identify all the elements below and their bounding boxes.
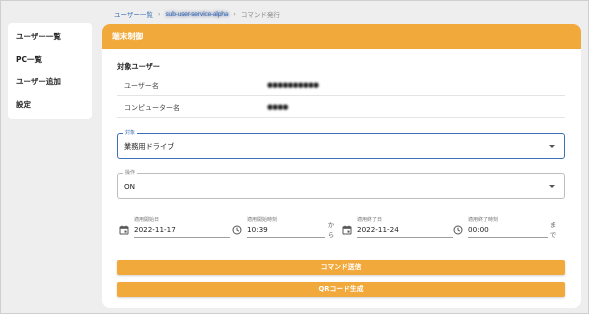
target-select-label: 対象 xyxy=(123,129,138,136)
computer-name-label: コンピューター名 xyxy=(124,104,180,112)
sidebar-item-pc-list[interactable]: PC一覧 xyxy=(8,49,92,72)
operation-select-label: 操作 xyxy=(123,169,138,176)
send-command-button[interactable]: コマンド送信 xyxy=(117,260,565,275)
start-date-field: 適用開始日 2022-11-17 xyxy=(117,213,232,239)
user-name-row: ユーザー名 ●●●●●●●●●● xyxy=(117,74,565,96)
device-control-card: 端末制御 対象ユーザー ユーザー名 ●●●●●●●●●● コンピューター名 ●●… xyxy=(102,24,581,308)
end-date-label: 適用終了日 xyxy=(357,217,383,223)
start-time-input[interactable]: 10:39 xyxy=(247,224,325,238)
computer-name-row: コンピューター名 ●●●● xyxy=(117,96,565,118)
operation-select-value: ON xyxy=(124,182,136,191)
end-time-label: 適用終了時刻 xyxy=(468,217,499,223)
clock-icon[interactable] xyxy=(453,225,463,235)
qr-generate-button[interactable]: QRコード生成 xyxy=(117,282,565,297)
target-user-section-title: 対象ユーザー xyxy=(117,62,160,71)
card-title: 端末制御 xyxy=(102,24,581,49)
end-time-field: 適用終了時刻 00:00 xyxy=(451,213,551,239)
until-text: まで xyxy=(549,221,557,239)
chevron-down-icon xyxy=(549,185,555,188)
sidebar-item-settings[interactable]: 設定 xyxy=(8,94,92,117)
end-date-field: 適用終了日 2022-11-24 xyxy=(340,213,455,239)
start-date-input[interactable]: 2022-11-17 xyxy=(134,224,230,238)
calendar-icon[interactable] xyxy=(119,225,129,235)
breadcrumb-separator: › xyxy=(157,10,161,18)
calendar-icon[interactable] xyxy=(342,225,352,235)
breadcrumb-user-list-link[interactable]: ユーザー一覧 xyxy=(114,9,153,19)
breadcrumb: ユーザー一覧 › sub-user-service-alpha › コマンド発行 xyxy=(114,9,280,19)
computer-name-value: ●●●● xyxy=(267,103,288,111)
end-date-input[interactable]: 2022-11-24 xyxy=(357,224,453,238)
from-text: から xyxy=(327,221,335,239)
clock-icon[interactable] xyxy=(232,225,242,235)
end-time-input[interactable]: 00:00 xyxy=(468,224,548,238)
start-date-label: 適用開始日 xyxy=(134,217,160,223)
sidebar: ユーザー一覧 PC一覧 ユーザー追加 設定 xyxy=(8,23,92,119)
chevron-down-icon xyxy=(549,145,555,148)
sidebar-item-add-user[interactable]: ユーザー追加 xyxy=(8,71,92,94)
start-time-field: 適用開始時刻 10:39 xyxy=(230,213,325,239)
target-select-value: 業務用ドライブ xyxy=(124,142,175,151)
target-select[interactable]: 対象 業務用ドライブ xyxy=(117,129,565,159)
user-name-label: ユーザー名 xyxy=(124,82,159,90)
breadcrumb-separator: › xyxy=(233,10,236,18)
sidebar-item-user-list[interactable]: ユーザー一覧 xyxy=(8,26,92,49)
breadcrumb-current: コマンド発行 xyxy=(240,11,280,19)
start-time-label: 適用開始時刻 xyxy=(247,217,278,223)
operation-select[interactable]: 操作 ON xyxy=(117,169,565,199)
breadcrumb-user-link[interactable]: sub-user-service-alpha xyxy=(165,10,228,18)
user-name-value: ●●●●●●●●●● xyxy=(267,81,319,89)
